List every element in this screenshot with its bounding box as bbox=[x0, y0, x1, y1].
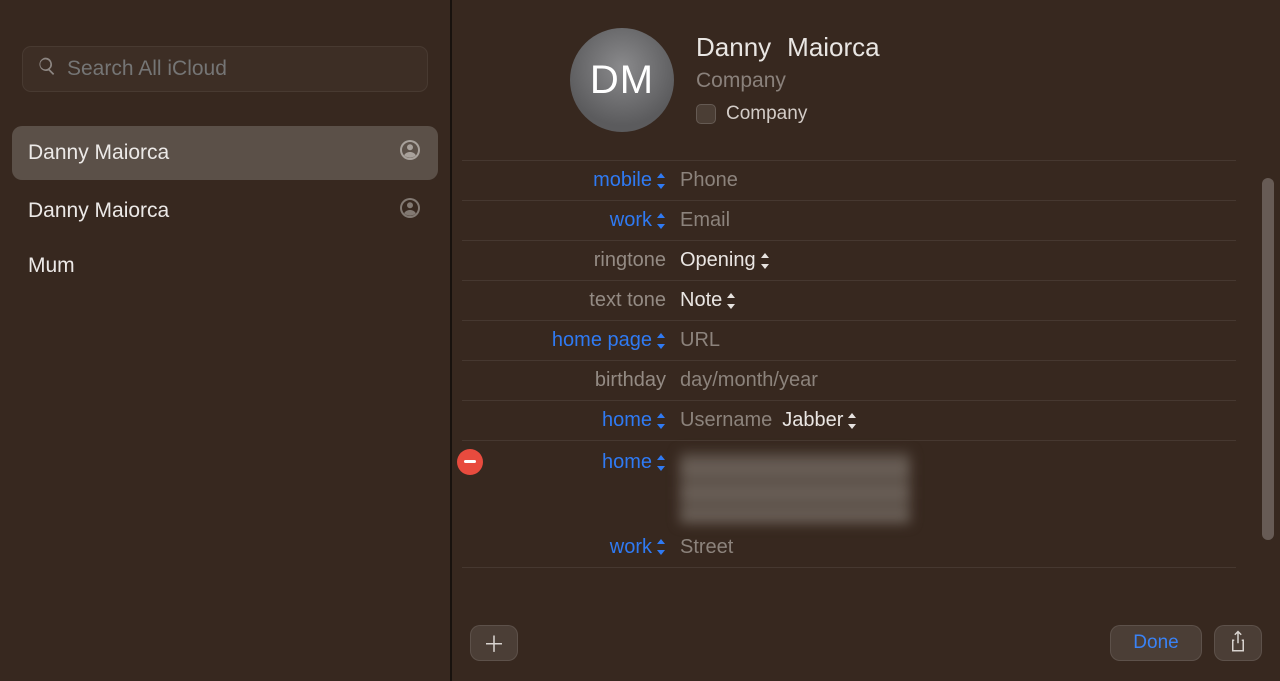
im-service-selector[interactable]: Jabber bbox=[782, 409, 857, 432]
email-type-selector[interactable]: work bbox=[610, 209, 666, 232]
row-birthday: birthday day/month/year bbox=[462, 360, 1236, 400]
texttone-label: text tone bbox=[589, 289, 666, 311]
redacted-address bbox=[680, 453, 910, 523]
birthday-label: birthday bbox=[595, 369, 666, 391]
field-rows: mobile Phone work Email ringtone Opening bbox=[462, 160, 1236, 568]
ringtone-selector[interactable]: Opening bbox=[680, 249, 770, 272]
row-address-work: work Street bbox=[462, 527, 1236, 567]
contact-name: Danny Maiorca bbox=[28, 199, 169, 223]
row-address-home: home bbox=[462, 440, 1236, 527]
detail-pane: DM Danny Maiorca Company Company mobile … bbox=[452, 0, 1280, 681]
texttone-selector[interactable]: Note bbox=[680, 289, 736, 312]
done-button[interactable]: Done bbox=[1110, 625, 1202, 661]
first-name[interactable]: Danny bbox=[696, 32, 771, 63]
chevron-updown-icon bbox=[726, 293, 736, 309]
im-username-input[interactable]: Username bbox=[680, 409, 772, 432]
contact-item[interactable]: Danny Maiorca bbox=[12, 126, 438, 180]
contact-header: DM Danny Maiorca Company Company bbox=[452, 28, 1280, 160]
chevron-updown-icon bbox=[760, 253, 770, 269]
birthday-input[interactable]: day/month/year bbox=[680, 369, 818, 392]
avatar-initials: DM bbox=[590, 58, 654, 103]
row-ringtone: ringtone Opening bbox=[462, 240, 1236, 280]
checkbox-icon[interactable] bbox=[696, 104, 716, 124]
ringtone-label: ringtone bbox=[594, 249, 666, 271]
person-circle-icon bbox=[398, 196, 422, 226]
row-im: home Username Jabber bbox=[462, 400, 1236, 440]
search-field[interactable] bbox=[22, 46, 428, 92]
homepage-type-selector[interactable]: home page bbox=[552, 329, 666, 352]
company-checkbox-label: Company bbox=[726, 103, 807, 125]
add-button[interactable]: ＋ bbox=[470, 625, 518, 661]
name-field[interactable]: Danny Maiorca bbox=[696, 32, 880, 63]
contact-list: Danny Maiorca Danny Maiorca Mum bbox=[10, 126, 440, 290]
row-homepage: home page URL bbox=[462, 320, 1236, 360]
address-type-selector[interactable]: home bbox=[602, 451, 666, 474]
footer: ＋ Done bbox=[452, 615, 1280, 681]
search-icon bbox=[37, 56, 57, 82]
share-icon bbox=[1229, 630, 1247, 657]
chevron-updown-icon bbox=[656, 173, 666, 189]
share-button[interactable] bbox=[1214, 625, 1262, 661]
scrollbar[interactable] bbox=[1262, 178, 1274, 540]
row-phone: mobile Phone bbox=[462, 160, 1236, 200]
phone-type-selector[interactable]: mobile bbox=[593, 169, 666, 192]
row-texttone: text tone Note bbox=[462, 280, 1236, 320]
chevron-updown-icon bbox=[656, 213, 666, 229]
contact-name: Danny Maiorca bbox=[28, 141, 169, 165]
person-circle-icon bbox=[398, 138, 422, 168]
chevron-updown-icon bbox=[847, 413, 857, 429]
email-input[interactable]: Email bbox=[680, 209, 730, 232]
company-field[interactable]: Company bbox=[696, 69, 880, 93]
chevron-updown-icon bbox=[656, 413, 666, 429]
street-input[interactable]: Street bbox=[680, 536, 733, 559]
company-checkbox[interactable]: Company bbox=[696, 103, 880, 125]
homepage-input[interactable]: URL bbox=[680, 329, 720, 352]
plus-icon: ＋ bbox=[483, 627, 505, 659]
chevron-updown-icon bbox=[656, 539, 666, 555]
delete-row-button[interactable] bbox=[457, 449, 483, 475]
phone-input[interactable]: Phone bbox=[680, 169, 738, 192]
chevron-updown-icon bbox=[656, 455, 666, 471]
row-email: work Email bbox=[462, 200, 1236, 240]
search-input[interactable] bbox=[67, 57, 413, 81]
address-type-selector[interactable]: work bbox=[610, 536, 666, 559]
last-name[interactable]: Maiorca bbox=[787, 32, 879, 63]
contact-item[interactable]: Danny Maiorca bbox=[12, 184, 438, 238]
chevron-updown-icon bbox=[656, 333, 666, 349]
sidebar: Danny Maiorca Danny Maiorca Mum bbox=[0, 0, 452, 681]
contact-name: Mum bbox=[28, 254, 75, 278]
avatar[interactable]: DM bbox=[570, 28, 674, 132]
contact-item[interactable]: Mum bbox=[12, 242, 438, 290]
im-type-selector[interactable]: home bbox=[602, 409, 666, 432]
